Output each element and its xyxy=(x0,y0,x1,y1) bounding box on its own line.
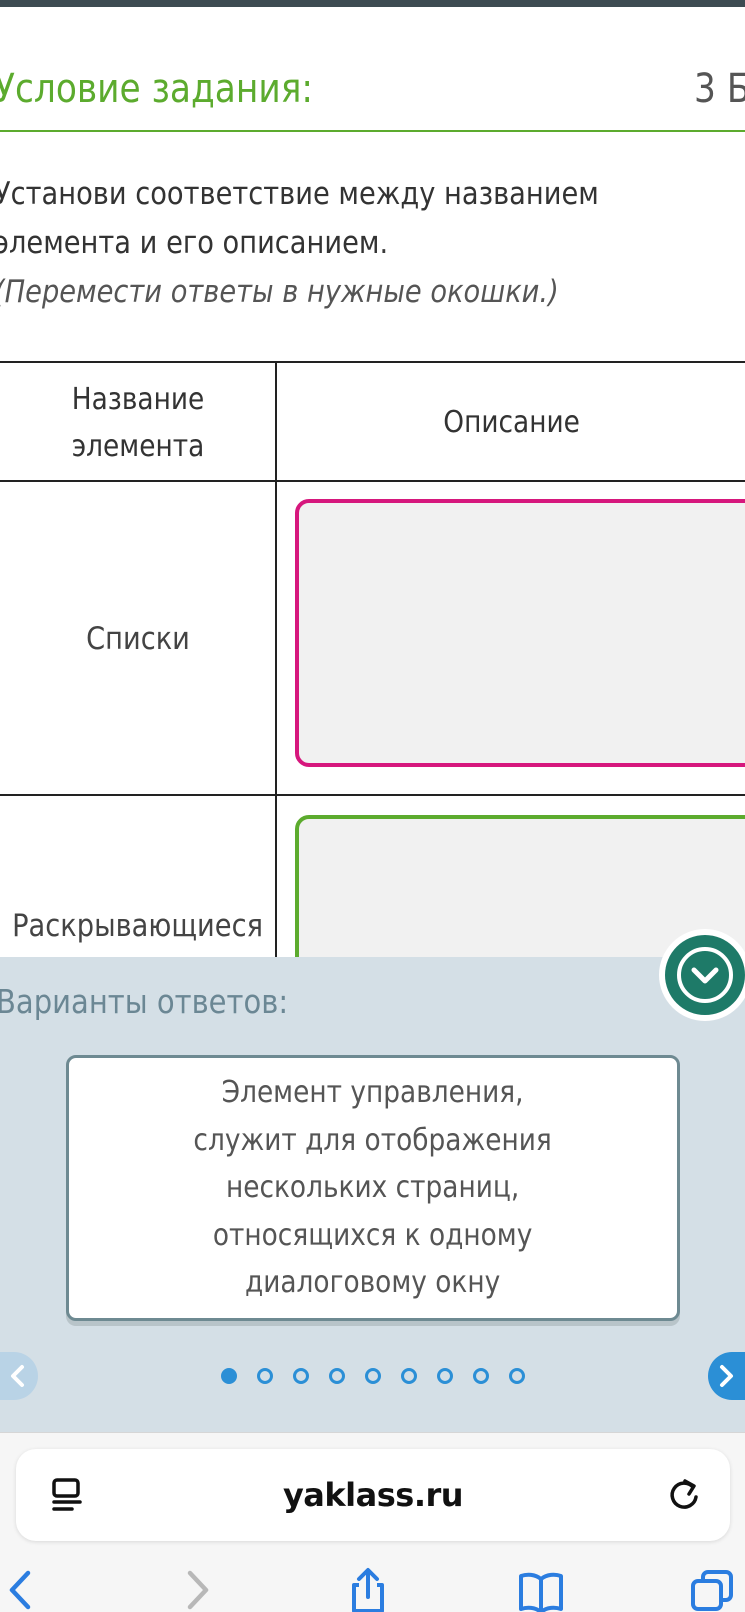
answer-card[interactable]: Элемент управления, служит для отображен… xyxy=(66,1055,680,1321)
address-bar[interactable]: yaklass.ru xyxy=(16,1449,730,1541)
forward-arrow-icon[interactable] xyxy=(176,1567,222,1612)
header-description: Описание xyxy=(443,405,581,440)
pagination-dot[interactable] xyxy=(365,1368,381,1384)
pagination-dot[interactable] xyxy=(401,1368,417,1384)
answer-pagination xyxy=(221,1368,525,1384)
tabs-icon[interactable] xyxy=(690,1567,736,1612)
chevron-right-icon xyxy=(720,1365,733,1387)
pagination-dot[interactable] xyxy=(509,1368,525,1384)
top-bar xyxy=(0,0,745,7)
pagination-dot[interactable] xyxy=(221,1368,237,1384)
answer-card-text: Элемент управления, служит для отображен… xyxy=(193,1075,553,1301)
share-icon[interactable] xyxy=(345,1567,391,1612)
url-text: yaklass.ru xyxy=(282,1476,464,1514)
chevron-down-circle-icon xyxy=(677,947,733,1003)
answer-drop-slot[interactable] xyxy=(295,499,745,767)
answers-panel: Варианты ответов: Элемент управления, сл… xyxy=(0,957,745,1432)
browser-bar: yaklass.ru xyxy=(0,1432,745,1612)
instruction-period: . xyxy=(379,225,389,261)
pagination-dot[interactable] xyxy=(473,1368,489,1384)
collapse-answers-button[interactable] xyxy=(659,929,745,1021)
task-instruction: Установи соответствие между названием эл… xyxy=(0,170,663,317)
task-title: Условие задания: xyxy=(0,66,314,112)
task-header: Условие задания: 3 Б. xyxy=(0,62,745,132)
table-header-row: Название элемента Описание xyxy=(0,363,745,482)
table-row: Списки xyxy=(0,482,745,796)
back-arrow-icon[interactable] xyxy=(4,1567,50,1612)
bookmarks-icon[interactable] xyxy=(518,1567,564,1612)
pagination-dot[interactable] xyxy=(293,1368,309,1384)
reload-icon[interactable] xyxy=(666,1475,702,1513)
element-name-cell: Списки xyxy=(85,621,190,657)
instruction-hint: (Перемести ответы в нужные окошки.) xyxy=(0,274,559,310)
match-table: Название элемента Описание Списки Раскры… xyxy=(0,361,745,1035)
element-name-cell: Раскрывающиеся xyxy=(12,908,263,944)
chevron-left-icon xyxy=(11,1365,24,1387)
pagination-dot[interactable] xyxy=(329,1368,345,1384)
column-divider xyxy=(275,482,277,794)
instruction-text: Установи соответствие между названием эл… xyxy=(0,176,599,261)
pagination-dot[interactable] xyxy=(437,1368,453,1384)
pagination-dot[interactable] xyxy=(257,1368,273,1384)
answers-title: Варианты ответов: xyxy=(0,982,289,1021)
task-points: 3 Б. xyxy=(694,66,745,112)
header-element-name: Название элемента xyxy=(71,381,204,464)
